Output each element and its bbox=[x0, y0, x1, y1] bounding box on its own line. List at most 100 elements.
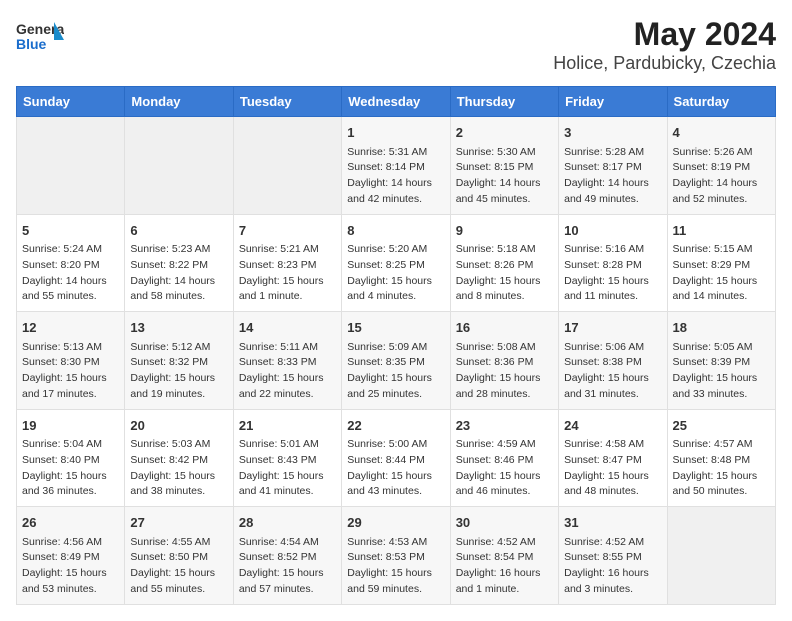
weekday-header-monday: Monday bbox=[125, 87, 233, 117]
day-number: 31 bbox=[564, 513, 661, 533]
calendar-cell: 29Sunrise: 4:53 AMSunset: 8:53 PMDayligh… bbox=[342, 507, 450, 605]
weekday-header-row: SundayMondayTuesdayWednesdayThursdayFrid… bbox=[17, 87, 776, 117]
cell-content: Sunrise: 4:53 AMSunset: 8:53 PMDaylight:… bbox=[347, 535, 444, 598]
cell-content: Sunrise: 4:52 AMSunset: 8:54 PMDaylight:… bbox=[456, 535, 553, 598]
day-number: 21 bbox=[239, 416, 336, 436]
calendar-week-row: 5Sunrise: 5:24 AMSunset: 8:20 PMDaylight… bbox=[17, 214, 776, 312]
calendar-cell: 30Sunrise: 4:52 AMSunset: 8:54 PMDayligh… bbox=[450, 507, 558, 605]
cell-content: Sunrise: 4:54 AMSunset: 8:52 PMDaylight:… bbox=[239, 535, 336, 598]
calendar-cell: 8Sunrise: 5:20 AMSunset: 8:25 PMDaylight… bbox=[342, 214, 450, 312]
cell-content: Sunrise: 5:23 AMSunset: 8:22 PMDaylight:… bbox=[130, 242, 227, 305]
weekday-header-friday: Friday bbox=[559, 87, 667, 117]
weekday-header-thursday: Thursday bbox=[450, 87, 558, 117]
day-number: 11 bbox=[673, 221, 770, 241]
calendar-cell: 15Sunrise: 5:09 AMSunset: 8:35 PMDayligh… bbox=[342, 312, 450, 410]
day-number: 24 bbox=[564, 416, 661, 436]
day-number: 19 bbox=[22, 416, 119, 436]
calendar-table: SundayMondayTuesdayWednesdayThursdayFrid… bbox=[16, 86, 776, 605]
day-number: 18 bbox=[673, 318, 770, 338]
cell-content: Sunrise: 5:31 AMSunset: 8:14 PMDaylight:… bbox=[347, 145, 444, 208]
calendar-cell bbox=[233, 117, 341, 215]
calendar-cell: 13Sunrise: 5:12 AMSunset: 8:32 PMDayligh… bbox=[125, 312, 233, 410]
day-number: 9 bbox=[456, 221, 553, 241]
day-number: 10 bbox=[564, 221, 661, 241]
day-number: 5 bbox=[22, 221, 119, 241]
cell-content: Sunrise: 5:21 AMSunset: 8:23 PMDaylight:… bbox=[239, 242, 336, 305]
calendar-cell bbox=[667, 507, 775, 605]
day-number: 28 bbox=[239, 513, 336, 533]
day-number: 23 bbox=[456, 416, 553, 436]
calendar-cell: 24Sunrise: 4:58 AMSunset: 8:47 PMDayligh… bbox=[559, 409, 667, 507]
calendar-cell: 6Sunrise: 5:23 AMSunset: 8:22 PMDaylight… bbox=[125, 214, 233, 312]
calendar-cell: 31Sunrise: 4:52 AMSunset: 8:55 PMDayligh… bbox=[559, 507, 667, 605]
cell-content: Sunrise: 5:24 AMSunset: 8:20 PMDaylight:… bbox=[22, 242, 119, 305]
page-subtitle: Holice, Pardubicky, Czechia bbox=[553, 53, 776, 74]
calendar-cell bbox=[17, 117, 125, 215]
calendar-cell: 17Sunrise: 5:06 AMSunset: 8:38 PMDayligh… bbox=[559, 312, 667, 410]
cell-content: Sunrise: 5:30 AMSunset: 8:15 PMDaylight:… bbox=[456, 145, 553, 208]
logo: General Blue bbox=[16, 16, 64, 61]
page-title: May 2024 bbox=[553, 16, 776, 53]
cell-content: Sunrise: 5:05 AMSunset: 8:39 PMDaylight:… bbox=[673, 340, 770, 403]
day-number: 26 bbox=[22, 513, 119, 533]
calendar-cell bbox=[125, 117, 233, 215]
cell-content: Sunrise: 5:09 AMSunset: 8:35 PMDaylight:… bbox=[347, 340, 444, 403]
calendar-cell: 26Sunrise: 4:56 AMSunset: 8:49 PMDayligh… bbox=[17, 507, 125, 605]
day-number: 2 bbox=[456, 123, 553, 143]
svg-text:Blue: Blue bbox=[16, 36, 47, 52]
calendar-cell: 10Sunrise: 5:16 AMSunset: 8:28 PMDayligh… bbox=[559, 214, 667, 312]
cell-content: Sunrise: 4:57 AMSunset: 8:48 PMDaylight:… bbox=[673, 437, 770, 500]
calendar-cell: 2Sunrise: 5:30 AMSunset: 8:15 PMDaylight… bbox=[450, 117, 558, 215]
calendar-cell: 12Sunrise: 5:13 AMSunset: 8:30 PMDayligh… bbox=[17, 312, 125, 410]
cell-content: Sunrise: 4:58 AMSunset: 8:47 PMDaylight:… bbox=[564, 437, 661, 500]
cell-content: Sunrise: 4:56 AMSunset: 8:49 PMDaylight:… bbox=[22, 535, 119, 598]
day-number: 14 bbox=[239, 318, 336, 338]
weekday-header-sunday: Sunday bbox=[17, 87, 125, 117]
cell-content: Sunrise: 5:01 AMSunset: 8:43 PMDaylight:… bbox=[239, 437, 336, 500]
cell-content: Sunrise: 5:16 AMSunset: 8:28 PMDaylight:… bbox=[564, 242, 661, 305]
day-number: 25 bbox=[673, 416, 770, 436]
calendar-cell: 20Sunrise: 5:03 AMSunset: 8:42 PMDayligh… bbox=[125, 409, 233, 507]
day-number: 30 bbox=[456, 513, 553, 533]
page-header: General Blue May 2024 Holice, Pardubicky… bbox=[16, 16, 776, 74]
day-number: 8 bbox=[347, 221, 444, 241]
day-number: 16 bbox=[456, 318, 553, 338]
day-number: 22 bbox=[347, 416, 444, 436]
weekday-header-tuesday: Tuesday bbox=[233, 87, 341, 117]
calendar-cell: 7Sunrise: 5:21 AMSunset: 8:23 PMDaylight… bbox=[233, 214, 341, 312]
cell-content: Sunrise: 5:15 AMSunset: 8:29 PMDaylight:… bbox=[673, 242, 770, 305]
cell-content: Sunrise: 5:20 AMSunset: 8:25 PMDaylight:… bbox=[347, 242, 444, 305]
day-number: 13 bbox=[130, 318, 227, 338]
calendar-week-row: 12Sunrise: 5:13 AMSunset: 8:30 PMDayligh… bbox=[17, 312, 776, 410]
calendar-week-row: 19Sunrise: 5:04 AMSunset: 8:40 PMDayligh… bbox=[17, 409, 776, 507]
calendar-week-row: 1Sunrise: 5:31 AMSunset: 8:14 PMDaylight… bbox=[17, 117, 776, 215]
calendar-cell: 16Sunrise: 5:08 AMSunset: 8:36 PMDayligh… bbox=[450, 312, 558, 410]
cell-content: Sunrise: 5:26 AMSunset: 8:19 PMDaylight:… bbox=[673, 145, 770, 208]
cell-content: Sunrise: 5:04 AMSunset: 8:40 PMDaylight:… bbox=[22, 437, 119, 500]
cell-content: Sunrise: 5:18 AMSunset: 8:26 PMDaylight:… bbox=[456, 242, 553, 305]
cell-content: Sunrise: 5:08 AMSunset: 8:36 PMDaylight:… bbox=[456, 340, 553, 403]
calendar-cell: 19Sunrise: 5:04 AMSunset: 8:40 PMDayligh… bbox=[17, 409, 125, 507]
weekday-header-saturday: Saturday bbox=[667, 87, 775, 117]
cell-content: Sunrise: 5:12 AMSunset: 8:32 PMDaylight:… bbox=[130, 340, 227, 403]
cell-content: Sunrise: 5:28 AMSunset: 8:17 PMDaylight:… bbox=[564, 145, 661, 208]
calendar-cell: 3Sunrise: 5:28 AMSunset: 8:17 PMDaylight… bbox=[559, 117, 667, 215]
day-number: 4 bbox=[673, 123, 770, 143]
day-number: 7 bbox=[239, 221, 336, 241]
calendar-cell: 25Sunrise: 4:57 AMSunset: 8:48 PMDayligh… bbox=[667, 409, 775, 507]
calendar-cell: 4Sunrise: 5:26 AMSunset: 8:19 PMDaylight… bbox=[667, 117, 775, 215]
calendar-cell: 14Sunrise: 5:11 AMSunset: 8:33 PMDayligh… bbox=[233, 312, 341, 410]
cell-content: Sunrise: 4:55 AMSunset: 8:50 PMDaylight:… bbox=[130, 535, 227, 598]
day-number: 1 bbox=[347, 123, 444, 143]
day-number: 3 bbox=[564, 123, 661, 143]
day-number: 29 bbox=[347, 513, 444, 533]
calendar-cell: 27Sunrise: 4:55 AMSunset: 8:50 PMDayligh… bbox=[125, 507, 233, 605]
calendar-cell: 22Sunrise: 5:00 AMSunset: 8:44 PMDayligh… bbox=[342, 409, 450, 507]
calendar-cell: 5Sunrise: 5:24 AMSunset: 8:20 PMDaylight… bbox=[17, 214, 125, 312]
calendar-cell: 11Sunrise: 5:15 AMSunset: 8:29 PMDayligh… bbox=[667, 214, 775, 312]
calendar-cell: 23Sunrise: 4:59 AMSunset: 8:46 PMDayligh… bbox=[450, 409, 558, 507]
calendar-cell: 9Sunrise: 5:18 AMSunset: 8:26 PMDaylight… bbox=[450, 214, 558, 312]
cell-content: Sunrise: 5:03 AMSunset: 8:42 PMDaylight:… bbox=[130, 437, 227, 500]
weekday-header-wednesday: Wednesday bbox=[342, 87, 450, 117]
day-number: 12 bbox=[22, 318, 119, 338]
